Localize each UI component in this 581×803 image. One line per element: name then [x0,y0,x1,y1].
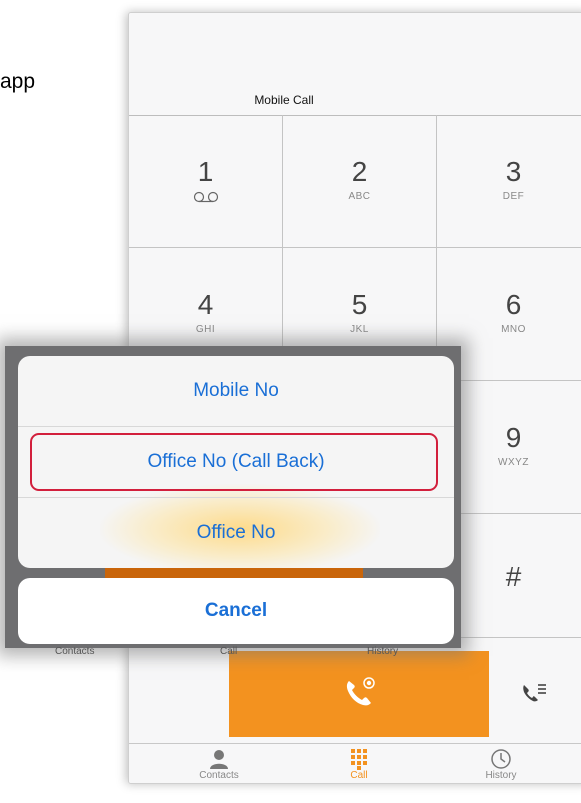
key-letters: MNO [501,324,526,335]
highlight-box [30,433,438,491]
key-2[interactable]: 2 ABC [283,115,437,248]
tab-call[interactable]: Call [299,744,419,781]
keypad-icon [351,749,367,770]
tab-label: History [485,770,517,781]
call-log-icon[interactable] [519,679,549,709]
cancel-button[interactable]: Cancel [18,578,454,644]
key-letters: JKL [350,324,369,335]
key-letters: ABC [348,191,371,202]
tab-contacts[interactable]: Contacts [159,744,279,781]
call-button[interactable] [229,651,489,737]
key-digit: 4 [197,289,214,320]
voicemail-icon [193,191,218,203]
option-mobile-no[interactable]: Mobile No [18,356,454,427]
phone-call-icon [346,677,375,706]
hidden-call-label: Call [220,646,238,657]
key-3[interactable]: 3 DEF [437,115,581,248]
key-digit: 3 [505,156,522,187]
key-1[interactable]: 1 [129,115,283,248]
tab-label: Call [350,770,368,781]
key-letters: GHI [195,324,216,335]
key-digit: 5 [351,289,368,320]
key-digit: 2 [351,156,368,187]
key-letters: DEF [502,191,525,202]
document-text-fragment: app [0,70,36,93]
key-digit: 1 [197,156,214,187]
key-digit: 6 [505,289,522,320]
hidden-contacts-label: Contacts [55,646,95,657]
option-office-no[interactable]: Office No [18,498,454,568]
person-icon [210,750,228,769]
tab-label: Contacts [199,770,239,781]
call-type-label: Mobile Call [254,93,314,107]
hidden-history-label: History [367,646,399,657]
tab-history[interactable]: History [441,744,561,781]
tab-bar: Contacts Call History [129,743,581,783]
number-display: Mobile Call [129,13,581,116]
clock-icon [491,749,511,769]
